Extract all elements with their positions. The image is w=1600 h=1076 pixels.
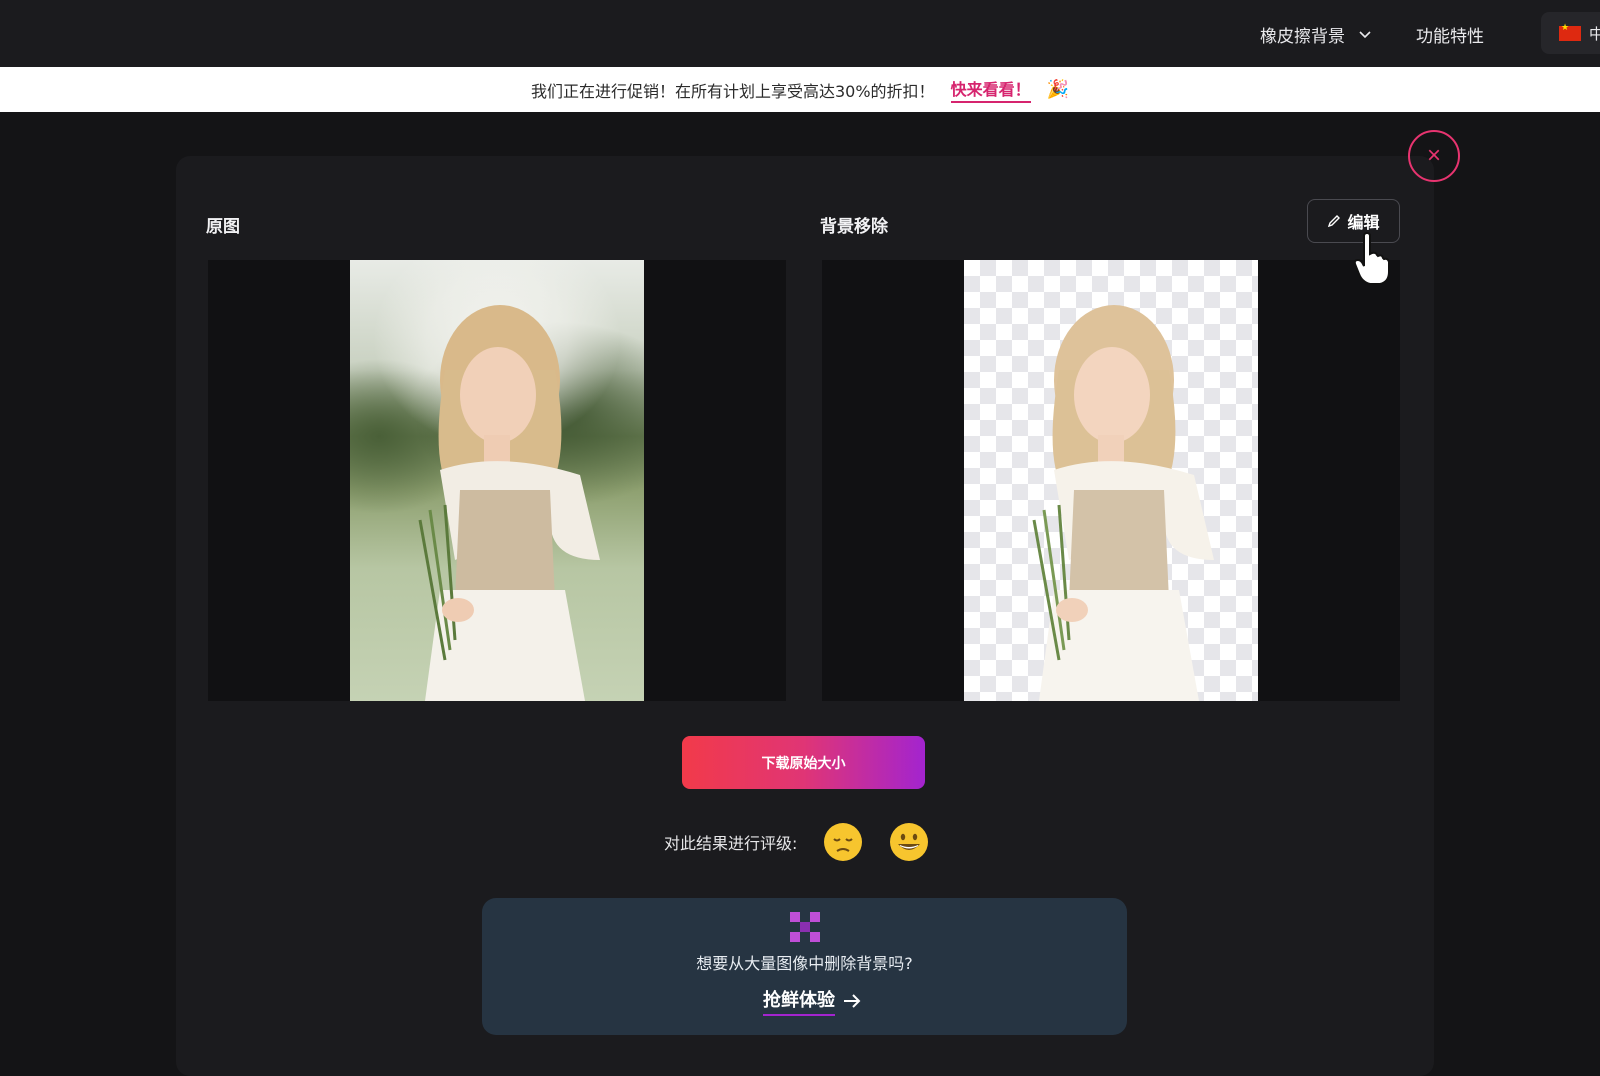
- pencil-icon: [1328, 215, 1341, 228]
- language-label: 中: [1589, 24, 1600, 43]
- promo-link[interactable]: 快来看看！: [950, 76, 1031, 103]
- party-popper-icon: 🎉: [1046, 79, 1069, 100]
- download-original-button[interactable]: 下载原始大小: [682, 736, 925, 789]
- rating-label: 对此结果进行评级:: [664, 834, 798, 853]
- grid-logo-icon: [790, 912, 820, 942]
- download-label: 下载原始大小: [761, 755, 846, 772]
- person-figure: [418, 305, 600, 701]
- hand-cursor-icon: [1353, 232, 1390, 285]
- china-flag-icon: [1559, 23, 1581, 41]
- edit-label: 编辑: [1347, 215, 1380, 232]
- close-button[interactable]: ×: [1408, 130, 1460, 182]
- bulk-removal-card: 想要从大量图像中删除背景吗? 抢鲜体验: [482, 898, 1127, 1035]
- person-cutout: [1032, 305, 1214, 701]
- arrow-right-icon: [844, 994, 861, 1008]
- sad-face-icon[interactable]: [823, 822, 863, 862]
- nav-features-link[interactable]: 功能特性: [1416, 22, 1484, 47]
- nav-features-label: 功能特性: [1416, 27, 1484, 47]
- original-label: 原图: [206, 217, 240, 237]
- happy-face-icon[interactable]: [889, 822, 929, 862]
- bulk-text: 想要从大量图像中删除背景吗?: [696, 954, 913, 973]
- language-selector[interactable]: 中: [1541, 12, 1600, 54]
- bulk-link-label: 抢鲜体验: [763, 986, 835, 1016]
- original-photo: [350, 260, 644, 701]
- rating-row: 对此结果进行评级:: [664, 822, 929, 862]
- nav-eraser-dropdown[interactable]: 橡皮擦背景: [1260, 22, 1371, 47]
- bulk-try-link[interactable]: 抢鲜体验: [763, 986, 861, 1016]
- close-icon: ×: [1426, 142, 1441, 169]
- background-removed-label: 背景移除: [820, 217, 888, 237]
- nav-eraser-label: 橡皮擦背景: [1260, 27, 1345, 47]
- removed-photo: [964, 260, 1258, 701]
- removed-image-frame: [822, 260, 1400, 701]
- chevron-down-icon: [1359, 30, 1371, 38]
- promo-text: 我们正在进行促销！在所有计划上享受高达30%的折扣！: [530, 81, 935, 101]
- original-image-frame: [208, 260, 786, 701]
- top-bar: 橡皮擦背景 功能特性 中: [0, 0, 1600, 67]
- promo-banner: 我们正在进行促销！在所有计划上享受高达30%的折扣！ 快来看看！ 🎉: [0, 67, 1600, 112]
